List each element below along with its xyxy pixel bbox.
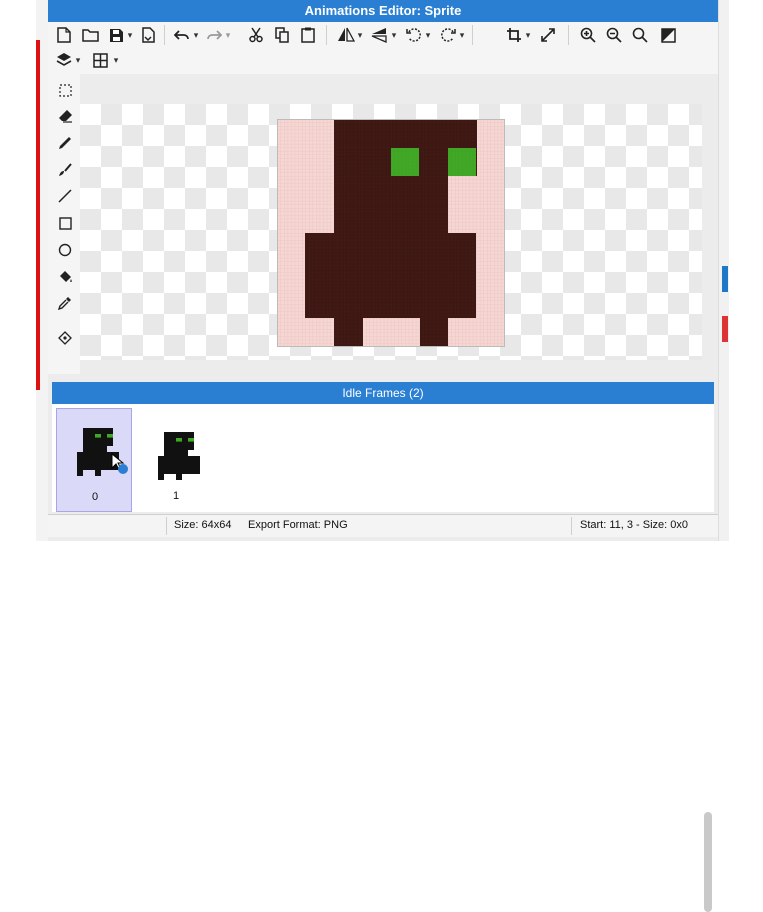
crop-icon[interactable] [504,25,524,45]
flip-horizontal-icon[interactable] [336,25,356,45]
status-bar: Size: 64x64 Export Format: PNG Start: 11… [48,514,718,537]
redo-dropdown-icon[interactable]: ▾ [224,25,232,45]
layers-icon[interactable] [54,50,74,70]
paste-icon[interactable] [298,25,318,45]
layers-dropdown-icon[interactable]: ▾ [74,50,82,70]
status-selection: Start: 11, 3 - Size: 0x0 [580,519,689,531]
undo-icon[interactable] [172,25,192,45]
redo-icon[interactable] [204,25,224,45]
toolbar-divider [164,25,165,45]
left-red-bar [36,40,40,390]
pixel-grid [277,119,505,347]
frame-thumbnail-0[interactable]: 0 [56,408,132,512]
rectangle-icon[interactable] [54,213,76,233]
open-folder-icon[interactable] [80,25,100,45]
select-icon[interactable] [54,80,76,100]
flip-vertical-dropdown-icon[interactable]: ▾ [390,25,398,45]
eyedropper-icon[interactable] [54,293,76,313]
sprite-canvas[interactable] [277,119,505,347]
fill-bucket-icon[interactable] [54,266,76,286]
resize-icon[interactable] [538,25,558,45]
grid-icon[interactable] [90,50,110,70]
status-export-format: Export Format: PNG [248,519,348,531]
cursor-icon [111,453,128,474]
tool-palette [48,74,80,374]
rotate-left-icon[interactable] [404,25,424,45]
undo-dropdown-icon[interactable]: ▾ [192,25,200,45]
frame-thumbnail-1[interactable]: 1 [138,408,214,512]
new-file-icon[interactable] [54,25,74,45]
cut-icon[interactable] [246,25,266,45]
ellipse-icon[interactable] [54,240,76,260]
background-area [0,0,36,541]
flip-vertical-icon[interactable] [370,25,390,45]
save-icon[interactable] [106,25,126,45]
frames-scrollbar[interactable] [704,812,712,912]
grid-dropdown-icon[interactable]: ▾ [112,50,120,70]
rotate-left-dropdown-icon[interactable]: ▾ [424,25,432,45]
frames-panel-header: Idle Frames (2) [52,382,714,404]
flip-horizontal-dropdown-icon[interactable]: ▾ [356,25,364,45]
toolbar-divider [568,25,569,45]
pencil-icon[interactable] [54,133,76,153]
export-icon[interactable] [138,25,158,45]
copy-icon[interactable] [272,25,292,45]
save-dropdown-icon[interactable]: ▾ [126,25,134,45]
status-divider [166,517,167,535]
zoom-fit-icon[interactable] [630,25,650,45]
pivot-icon[interactable] [54,328,76,348]
window-title: Animations Editor: Sprite [48,0,718,22]
toggle-background-icon[interactable] [658,25,678,45]
zoom-out-icon[interactable] [604,25,624,45]
frame-label-1: 1 [172,490,180,502]
right-red-bar [722,316,728,342]
frame-1-preview [158,432,200,480]
animations-editor-window: Animations Editor: Sprite ▾ ▾ ▾ ▾ ▾ ▾ ▾ … [48,0,718,912]
brush-icon[interactable] [54,160,76,180]
frames-panel: 0 1 [52,404,714,912]
zoom-in-icon[interactable] [578,25,598,45]
toolbar: ▾ ▾ ▾ ▾ ▾ ▾ ▾ ▾ ▾ ▾ [48,22,718,74]
rotate-right-icon[interactable] [438,25,458,45]
line-icon[interactable] [54,186,76,206]
status-divider [571,517,572,535]
eraser-icon[interactable] [54,106,76,126]
crop-dropdown-icon[interactable]: ▾ [524,25,532,45]
toolbar-divider [472,25,473,45]
right-blue-bar [722,266,728,292]
status-size: Size: 64x64 [174,519,232,531]
rotate-right-dropdown-icon[interactable]: ▾ [458,25,466,45]
frame-label-0: 0 [91,491,99,503]
toolbar-divider [326,25,327,45]
